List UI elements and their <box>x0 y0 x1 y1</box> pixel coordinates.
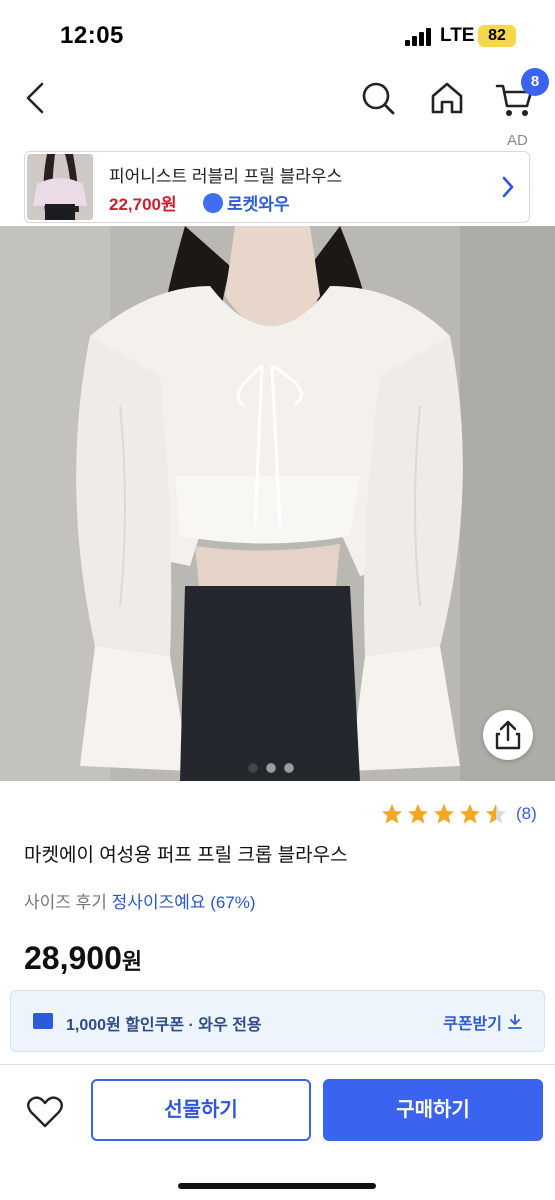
coupon-button-label: 쿠폰받기 <box>443 1016 502 1033</box>
gift-button[interactable]: 선물하기 <box>91 1079 311 1141</box>
cart-count-badge: 8 <box>521 68 549 96</box>
star-full-icon <box>408 804 428 824</box>
ad-label: AD <box>507 132 528 149</box>
status-bar: 12:05 LTE 82 <box>0 0 555 68</box>
ad-price: 22,700원 <box>109 195 177 214</box>
size-review-label: 사이즈 후기 <box>24 893 107 912</box>
coupon-text: 1,000원 할인쿠폰 · 와우 전용 <box>66 1017 262 1034</box>
pagination-dot[interactable] <box>248 763 258 773</box>
home-icon[interactable] <box>426 78 468 118</box>
size-review-value: 정사이즈예요 (67%) <box>111 893 256 912</box>
signal-icon <box>405 28 435 46</box>
buy-button[interactable]: 구매하기 <box>323 1079 543 1141</box>
pagination-dot[interactable] <box>284 763 294 773</box>
product-price: 28,900원 <box>24 940 142 977</box>
star-half-icon <box>486 804 506 824</box>
star-full-icon <box>434 804 454 824</box>
heart-icon[interactable] <box>26 1095 64 1129</box>
size-review[interactable]: 사이즈 후기 정사이즈예요 (67%) <box>24 888 256 913</box>
status-time: 12:05 <box>60 22 124 49</box>
coupon-icon <box>33 1013 53 1029</box>
share-button[interactable] <box>483 710 533 760</box>
ad-banner[interactable]: 피어니스트 러블리 프릴 블라우스 22,700원 로켓와우 <box>24 151 530 223</box>
ad-title: 피어니스트 러블리 프릴 블라우스 <box>109 167 343 186</box>
share-icon <box>495 720 521 750</box>
home-indicator <box>178 1183 376 1189</box>
network-label: LTE <box>440 25 475 46</box>
back-icon[interactable] <box>18 76 58 120</box>
price-number: 28,900 <box>24 940 122 976</box>
rating-count[interactable]: (8) <box>516 804 537 824</box>
price-unit: 원 <box>121 949 143 974</box>
coupon-bar[interactable]: 1,000원 할인쿠폰 · 와우 전용 쿠폰받기 <box>10 990 545 1052</box>
rocket-label: 로켓와우 <box>227 195 290 214</box>
star-full-icon <box>382 804 402 824</box>
product-image[interactable] <box>0 226 555 781</box>
rocket-wow-badge: 로켓와우 <box>203 190 290 215</box>
battery-icon: 82 <box>478 25 516 47</box>
coupon-download-button[interactable]: 쿠폰받기 <box>443 1010 524 1034</box>
star-full-icon <box>460 804 480 824</box>
rocket-icon <box>203 192 223 213</box>
top-nav: 8 <box>0 68 555 130</box>
pagination-dot[interactable] <box>266 763 276 773</box>
download-icon <box>508 1014 522 1029</box>
image-pagination <box>248 763 294 773</box>
product-title: 마켓에이 여성용 퍼프 프릴 크롭 블라우스 <box>24 845 348 866</box>
rating[interactable]: (8) <box>380 802 537 826</box>
chevron-right-icon <box>499 174 517 200</box>
ad-thumbnail <box>27 154 93 220</box>
bottom-action-bar: 선물하기 구매하기 <box>0 1064 555 1200</box>
search-icon[interactable] <box>358 78 398 118</box>
